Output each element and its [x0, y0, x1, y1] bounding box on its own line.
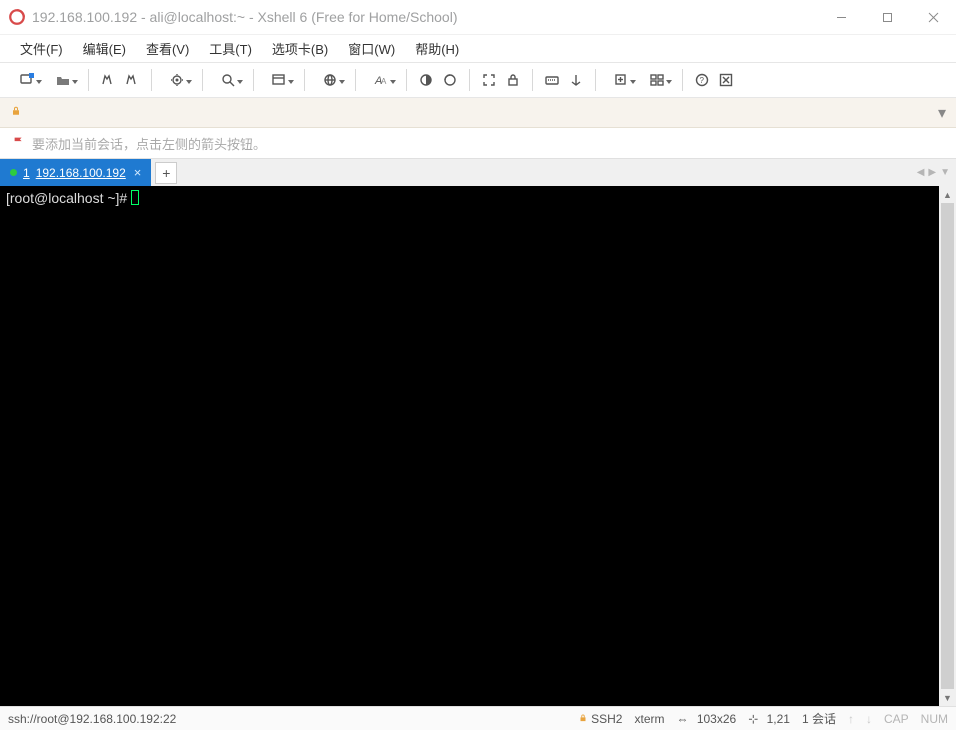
tip-text: 要添加当前会话，点击左侧的箭头按钮。 [32, 134, 266, 153]
find-icon[interactable] [211, 69, 245, 91]
add-tab-button[interactable]: + [155, 162, 177, 184]
open-icon[interactable] [46, 69, 80, 91]
help-icon[interactable]: ? [691, 69, 713, 91]
status-size-label: 103x26 [697, 712, 736, 726]
menu-window[interactable]: 窗口(W) [338, 35, 405, 62]
scroll-track[interactable] [939, 203, 956, 689]
toolbar: AA ? [0, 62, 956, 98]
lock-icon [578, 712, 588, 726]
toolbar-separator [682, 69, 683, 91]
status-termtype: xterm [634, 712, 664, 726]
app-icon [8, 8, 26, 26]
menu-tab[interactable]: 选项卡(B) [262, 35, 338, 62]
status-num: NUM [921, 712, 948, 726]
lock-icon [10, 104, 22, 122]
svg-text:?: ? [700, 76, 705, 85]
status-size: ⇔ 103x26 [676, 712, 736, 726]
copy-icon[interactable] [97, 69, 119, 91]
lock-icon[interactable] [502, 69, 524, 91]
tab-label: 192.168.100.192 [36, 166, 126, 180]
menubar: 文件(F) 编辑(E) 查看(V) 工具(T) 选项卡(B) 窗口(W) 帮助(… [0, 34, 956, 62]
exit-icon[interactable] [715, 69, 737, 91]
menu-help[interactable]: 帮助(H) [405, 35, 469, 62]
fullscreen-icon[interactable] [478, 69, 500, 91]
status-rowcol: ⊹ 1,21 [748, 712, 790, 726]
status-down-icon[interactable]: ↓ [866, 712, 872, 726]
session-tab[interactable]: 1 192.168.100.192 × [0, 159, 151, 187]
window-title: 192.168.100.192 - ali@localhost:~ - Xshe… [32, 9, 818, 25]
terminal-prompt: [root@localhost ~]# [6, 190, 131, 206]
tab-scroll-left-icon[interactable]: ◀ [917, 167, 925, 178]
toolbar-separator [469, 69, 470, 91]
terminal-wrap: [root@localhost ~]# ▲ ▼ [0, 186, 956, 706]
svg-text:A: A [381, 77, 387, 86]
toolbar-separator [595, 69, 596, 91]
tab-strip: 1 192.168.100.192 × + ◀ ▶ ▼ [0, 158, 956, 186]
paste-icon[interactable] [121, 69, 143, 91]
globe-icon[interactable] [313, 69, 347, 91]
terminal-cursor [131, 190, 139, 205]
toolbar-separator [151, 69, 152, 91]
tile-icon[interactable] [640, 69, 674, 91]
menu-view[interactable]: 查看(V) [136, 35, 199, 62]
titlebar: 192.168.100.192 - ali@localhost:~ - Xshe… [0, 0, 956, 34]
menu-file[interactable]: 文件(F) [10, 35, 73, 62]
properties-icon[interactable] [160, 69, 194, 91]
status-dot-icon [10, 169, 17, 176]
tab-scroll-right-icon[interactable]: ▶ [928, 167, 936, 178]
tab-index: 1 [23, 166, 30, 180]
scroll-up-icon[interactable]: ▲ [939, 186, 956, 203]
tip-bar: 要添加当前会话，点击左侧的箭头按钮。 [0, 128, 956, 158]
status-cap: CAP [884, 712, 909, 726]
status-protocol-label: SSH2 [591, 712, 622, 726]
status-protocol: SSH2 [578, 712, 622, 726]
toolbar-separator [532, 69, 533, 91]
status-rowcol-label: 1,21 [767, 712, 790, 726]
minimize-button[interactable] [818, 0, 864, 34]
status-session-count: 1 会话 [802, 710, 836, 727]
color-scheme-icon[interactable] [415, 69, 437, 91]
close-button[interactable] [910, 0, 956, 34]
status-up-icon[interactable]: ↑ [848, 712, 854, 726]
toolbar-separator [253, 69, 254, 91]
menu-edit[interactable]: 编辑(E) [73, 35, 136, 62]
font-icon[interactable]: AA [364, 69, 398, 91]
tab-menu-icon[interactable]: ▼ [940, 167, 950, 178]
status-connection: ssh://root@192.168.100.192:22 [8, 712, 566, 726]
toolbar-separator [88, 69, 89, 91]
terminal[interactable]: [root@localhost ~]# [0, 186, 939, 706]
scrollbar[interactable]: ▲ ▼ [939, 186, 956, 706]
scroll-down-icon[interactable]: ▼ [939, 689, 956, 706]
transfer-icon[interactable] [565, 69, 587, 91]
keyboard-icon[interactable] [541, 69, 563, 91]
toolbar-separator [355, 69, 356, 91]
address-bar: ▾ [0, 98, 956, 128]
toolbar-separator [304, 69, 305, 91]
reconnect-icon[interactable] [439, 69, 461, 91]
encoding-icon[interactable] [262, 69, 296, 91]
tab-close-icon[interactable]: × [132, 165, 144, 180]
tab-nav: ◀ ▶ ▼ [917, 167, 956, 178]
status-bar: ssh://root@192.168.100.192:22 SSH2 xterm… [0, 706, 956, 730]
toolbar-separator [202, 69, 203, 91]
new-session-icon[interactable] [10, 69, 44, 91]
address-dropdown-icon[interactable]: ▾ [938, 103, 946, 123]
menu-tools[interactable]: 工具(T) [199, 35, 262, 62]
address-input[interactable] [28, 105, 938, 120]
flag-icon [12, 135, 26, 152]
scroll-thumb[interactable] [941, 203, 954, 689]
maximize-button[interactable] [864, 0, 910, 34]
new-tab-icon[interactable] [604, 69, 638, 91]
toolbar-separator [406, 69, 407, 91]
